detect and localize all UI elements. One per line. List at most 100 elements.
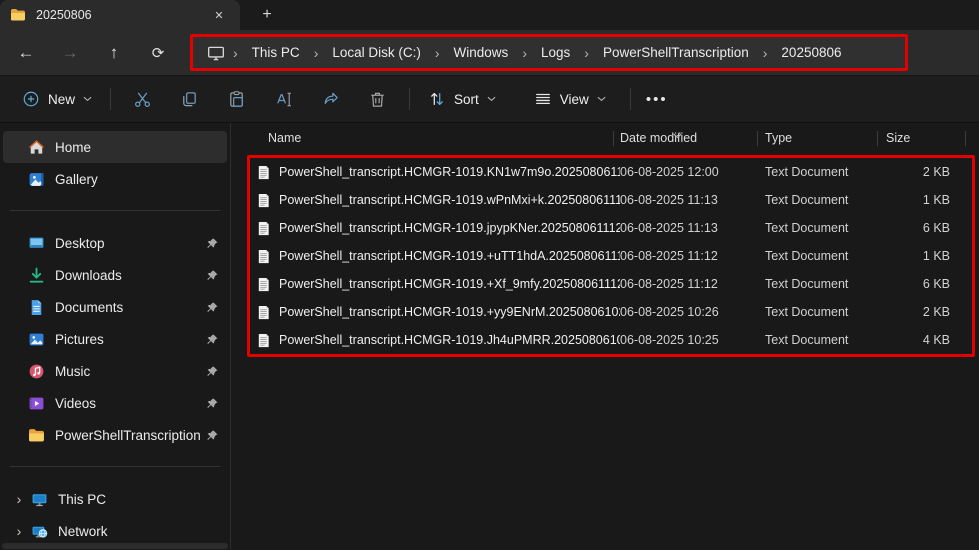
column-divider[interactable] [877, 131, 878, 146]
sidebar-item-label: Documents [55, 299, 124, 315]
file-type: Text Document [765, 249, 849, 263]
titlebar: 20250806 ✕ + [0, 0, 979, 30]
file-size: 4 KB [922, 333, 950, 347]
file-size: 2 KB [922, 305, 950, 319]
rename-icon [274, 90, 293, 109]
more-options-button[interactable]: ••• [639, 82, 675, 116]
paste-button[interactable] [213, 82, 260, 116]
chevron-down-icon [83, 96, 92, 102]
file-name: PowerShell_transcript.HCMGR-1019.wPnMxi+… [279, 193, 620, 207]
this-pc-icon [31, 491, 48, 508]
column-header-type[interactable]: Type [757, 131, 877, 145]
new-tab-button[interactable]: + [254, 2, 280, 28]
chevron-down-icon [487, 96, 496, 102]
sidebar-separator [10, 466, 220, 467]
sidebar-item-desktop[interactable]: Desktop [3, 227, 227, 259]
table-row[interactable]: PowerShell_transcript.HCMGR-1019.KN1w7m9… [250, 158, 972, 186]
plus-circle-icon [22, 90, 40, 108]
forward-button[interactable]: → [48, 36, 92, 70]
breadcrumb-item-powershelltranscription[interactable]: PowerShellTranscription [595, 42, 757, 63]
cut-button[interactable] [119, 82, 166, 116]
table-row[interactable]: PowerShell_transcript.HCMGR-1019.+Xf_9mf… [250, 270, 972, 298]
sidebar-item-home[interactable]: Home [3, 131, 227, 163]
column-divider[interactable] [613, 131, 614, 146]
pin-icon [206, 237, 219, 250]
sidebar-item-documents[interactable]: Documents [3, 291, 227, 323]
back-button[interactable]: ← [4, 36, 48, 70]
table-row[interactable]: PowerShell_transcript.HCMGR-1019.wPnMxi+… [250, 186, 972, 214]
breadcrumb-item-logs[interactable]: Logs [533, 42, 578, 63]
toolbar-separator [629, 88, 631, 110]
text-document-icon [256, 333, 271, 348]
file-type: Text Document [765, 333, 849, 347]
file-size: 6 KB [922, 277, 950, 291]
chevron-right-icon: › [313, 44, 319, 61]
pin-icon [206, 269, 219, 282]
file-date: 06-08-2025 10:26 [620, 305, 719, 319]
pin-icon [206, 397, 219, 410]
videos-icon [28, 395, 45, 412]
text-document-icon [256, 249, 271, 264]
sidebar-item-gallery[interactable]: Gallery [3, 163, 227, 195]
sort-arrows-icon [428, 90, 446, 108]
copy-icon [180, 90, 199, 109]
column-header-date-modified[interactable]: Date modified [613, 131, 757, 145]
file-type: Text Document [765, 277, 849, 291]
view-button[interactable]: View [524, 82, 616, 116]
text-document-icon [256, 305, 271, 320]
column-header-name[interactable]: Name [231, 131, 613, 145]
column-divider[interactable] [757, 131, 758, 146]
file-size: 1 KB [922, 249, 950, 263]
file-size: 1 KB [922, 193, 950, 207]
view-list-icon [534, 90, 552, 108]
sidebar-horizontal-scrollbar[interactable] [2, 543, 228, 549]
file-size: 6 KB [922, 221, 950, 235]
refresh-button[interactable]: ⟳ [136, 36, 180, 70]
explorer-tab[interactable]: 20250806 ✕ [0, 0, 240, 30]
file-name: PowerShell_transcript.HCMGR-1019.jpypKNe… [279, 221, 620, 235]
file-date: 06-08-2025 11:12 [620, 249, 718, 263]
sidebar-item-powershelltranscription[interactable]: PowerShellTranscription [3, 419, 227, 451]
column-divider[interactable] [965, 131, 966, 146]
chevron-right-icon: › [584, 44, 589, 61]
delete-button[interactable] [354, 82, 401, 116]
rename-button[interactable] [260, 82, 307, 116]
sidebar-item-this-pc[interactable]: › This PC [3, 483, 227, 515]
table-row[interactable]: PowerShell_transcript.HCMGR-1019.+yy9ENr… [250, 298, 972, 326]
file-date: 06-08-2025 10:25 [620, 333, 719, 347]
breadcrumb-item-20250806[interactable]: 20250806 [773, 42, 849, 63]
share-button[interactable] [307, 82, 354, 116]
breadcrumb-item-local-disk-c[interactable]: Local Disk (C:) [324, 42, 429, 63]
sort-button-label: Sort [454, 91, 479, 107]
file-date: 06-08-2025 11:13 [620, 221, 718, 235]
sidebar-item-music[interactable]: Music [3, 355, 227, 387]
sidebar-item-videos[interactable]: Videos [3, 387, 227, 419]
sort-button[interactable]: Sort [418, 82, 506, 116]
breadcrumb-item-this-pc[interactable]: This PC [244, 42, 308, 63]
paste-icon [227, 90, 246, 109]
table-row[interactable]: PowerShell_transcript.HCMGR-1019.jpypKNe… [250, 214, 972, 242]
pin-icon [206, 365, 219, 378]
expand-chevron-icon[interactable]: › [11, 523, 27, 539]
pin-icon [206, 429, 219, 442]
table-row[interactable]: PowerShell_transcript.HCMGR-1019.+uTT1hd… [250, 242, 972, 270]
file-type: Text Document [765, 193, 849, 207]
table-row[interactable]: PowerShell_transcript.HCMGR-1019.Jh4uPMR… [250, 326, 972, 354]
up-button[interactable]: ↑ [92, 36, 136, 70]
column-header-size[interactable]: Size [877, 131, 979, 145]
sidebar-item-label: Pictures [55, 331, 104, 347]
file-name: PowerShell_transcript.HCMGR-1019.+yy9ENr… [279, 305, 620, 319]
expand-chevron-icon[interactable]: › [11, 491, 27, 507]
sidebar-item-downloads[interactable]: Downloads [3, 259, 227, 291]
breadcrumb[interactable]: › This PC › Local Disk (C:) › Windows › … [190, 34, 908, 71]
share-icon [321, 90, 340, 109]
close-tab-icon[interactable]: ✕ [208, 4, 230, 26]
sidebar-item-label: Music [55, 363, 91, 379]
sidebar-separator [10, 210, 220, 211]
new-button[interactable]: New [12, 82, 102, 116]
file-name: PowerShell_transcript.HCMGR-1019.+uTT1hd… [279, 249, 620, 263]
breadcrumb-item-windows[interactable]: Windows [446, 42, 517, 63]
sidebar-item-pictures[interactable]: Pictures [3, 323, 227, 355]
copy-button[interactable] [166, 82, 213, 116]
text-document-icon [256, 165, 271, 180]
